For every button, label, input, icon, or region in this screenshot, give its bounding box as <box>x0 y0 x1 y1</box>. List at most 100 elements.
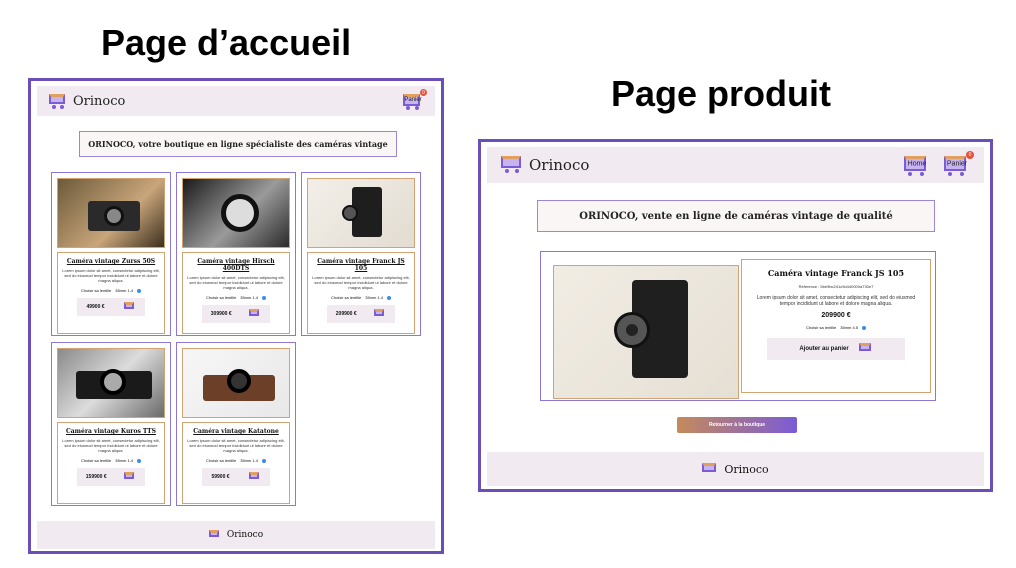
product-brand-label: Orinoco <box>529 156 590 174</box>
product-description: Lorem ipsum dolor sit amet, consectetur … <box>62 438 160 453</box>
cart-count-badge: 0 <box>966 151 974 159</box>
product-card[interactable]: Caméra vintage Katatone Lorem ipsum dolo… <box>176 342 296 506</box>
product-description: Lorem ipsum dolor sit amet, consectetur … <box>62 268 160 283</box>
home-footer: Orinoco <box>37 521 435 549</box>
product-info: Caméra vintage Franck JS 105 Lorem ipsum… <box>307 252 415 334</box>
cart-count-badge: 0 <box>420 89 427 96</box>
cart-logo-icon <box>501 156 523 174</box>
home-nav-label: Home <box>907 160 927 168</box>
product-description: Lorem ipsum dolor sit amet, consectetur … <box>187 275 285 290</box>
product-description: Lorem ipsum dolor sit amet, consectetur … <box>756 295 916 307</box>
home-cart-label: Panier <box>404 97 422 104</box>
product-card[interactable]: Caméra vintage Zurss 50S Lorem ipsum dol… <box>51 172 171 336</box>
product-header: Orinoco Home Panier 0 <box>487 147 984 183</box>
product-info: Caméra vintage Zurss 50S Lorem ipsum dol… <box>57 252 165 334</box>
product-name[interactable]: Caméra vintage Katatone <box>186 428 286 435</box>
product-cart-label: Panier <box>946 160 968 168</box>
product-name[interactable]: Caméra vintage Kuros TTS <box>61 428 161 435</box>
lens-dropdown-icon <box>262 295 267 300</box>
products-grid: Caméra vintage Zurss 50S Lorem ipsum dol… <box>51 172 421 512</box>
product-page-frame: Orinoco Home Panier 0 ORINOCO, vente en … <box>478 139 993 492</box>
back-to-shop-button[interactable]: Retourner à la boutique <box>677 417 797 433</box>
lens-value: 35mm 4.5 <box>840 325 859 330</box>
lens-label: Choisir sa lentille <box>205 458 237 463</box>
product-price: 309900 € <box>210 311 232 317</box>
product-card[interactable]: Caméra vintage Hirsch 400DTS Lorem ipsum… <box>176 172 296 336</box>
product-description: Lorem ipsum dolor sit amet, consectetur … <box>187 438 285 453</box>
lens-dropdown-icon <box>137 458 142 463</box>
add-to-cart-button[interactable]: 49900 € <box>77 298 145 316</box>
lens-selector[interactable]: Choisir sa lentille 35mm 1.4 <box>311 295 411 300</box>
add-to-cart-button[interactable]: Ajouter au panier <box>767 338 905 360</box>
lens-value: 35mm 1.4 <box>115 288 134 293</box>
product-photo[interactable] <box>57 178 165 248</box>
lens-dropdown-icon <box>387 295 392 300</box>
lens-dropdown-icon <box>862 325 867 330</box>
product-cart-button[interactable]: Panier 0 <box>944 151 974 176</box>
home-tagline: ORINOCO, votre boutique en ligne spécial… <box>79 131 397 157</box>
lens-label: Choisir sa lentille <box>205 295 237 300</box>
product-info: Caméra vintage Franck JS 105 Référence :… <box>741 259 931 393</box>
home-page-title: Page d’accueil <box>101 22 352 63</box>
product-info: Caméra vintage Kuros TTS Lorem ipsum dol… <box>57 422 165 504</box>
product-price: 49900 € <box>86 304 105 310</box>
cart-logo-icon <box>702 462 718 476</box>
lens-selector[interactable]: Choisir sa lentille 35mm 4.5 <box>752 325 920 330</box>
lens-dropdown-icon <box>137 288 142 293</box>
product-info: Caméra vintage Katatone Lorem ipsum dolo… <box>182 422 290 504</box>
add-to-cart-label: Ajouter au panier <box>799 346 849 352</box>
product-price: 159900 € <box>85 474 107 480</box>
product-name[interactable]: Caméra vintage Hirsch 400DTS <box>186 258 286 272</box>
product-photo[interactable] <box>307 178 415 248</box>
product-card[interactable]: Caméra vintage Kuros TTS Lorem ipsum dol… <box>51 342 171 506</box>
product-info: Caméra vintage Hirsch 400DTS Lorem ipsum… <box>182 252 290 334</box>
footer-brand: Orinoco <box>226 530 264 540</box>
cart-icon <box>124 472 136 482</box>
home-header: Orinoco Panier 0 <box>37 86 435 116</box>
cart-logo-icon <box>49 94 67 109</box>
product-footer: Orinoco <box>487 452 984 486</box>
lens-selector[interactable]: Choisir sa lentille 35mm 1.4 <box>61 458 161 463</box>
lens-selector[interactable]: Choisir sa lentille 35mm 1.4 <box>186 295 286 300</box>
product-card[interactable]: Caméra vintage Franck JS 105 Lorem ipsum… <box>301 172 421 336</box>
lens-label: Choisir sa lentille <box>80 288 112 293</box>
product-name: Caméra vintage Franck JS 105 <box>767 268 905 278</box>
add-to-cart-button[interactable]: 209900 € <box>327 305 395 323</box>
home-cart-button[interactable]: Panier 0 <box>403 89 427 110</box>
product-photo[interactable] <box>182 348 290 418</box>
add-to-cart-button[interactable]: 309900 € <box>202 305 270 323</box>
lens-dropdown-icon <box>262 458 267 463</box>
product-price: 209900 € <box>821 312 851 319</box>
lens-selector[interactable]: Choisir sa lentille 35mm 1.4 <box>61 288 161 293</box>
cart-icon <box>249 309 261 319</box>
lens-value: 35mm 1.4 <box>365 295 384 300</box>
product-detail: Caméra vintage Franck JS 105 Référence :… <box>540 251 936 401</box>
product-photo[interactable] <box>57 348 165 418</box>
cart-icon <box>858 343 873 355</box>
lens-selector[interactable]: Choisir sa lentille 35mm 1.4 <box>186 458 286 463</box>
lens-label: Choisir sa lentille <box>330 295 362 300</box>
home-nav-button[interactable]: Home <box>904 154 930 176</box>
lens-label: Choisir sa lentille <box>805 325 837 330</box>
add-to-cart-button[interactable]: 59900 € <box>202 468 270 486</box>
product-brand[interactable]: Orinoco <box>501 156 589 174</box>
cart-icon <box>248 472 261 482</box>
add-to-cart-button[interactable]: 159900 € <box>77 468 145 486</box>
lens-value: 35mm 1.4 <box>240 458 259 463</box>
home-brand[interactable]: Orinoco <box>49 94 125 109</box>
product-price: 59900 € <box>211 474 230 480</box>
product-name[interactable]: Caméra vintage Franck JS 105 <box>311 258 411 272</box>
product-nav: Home Panier 0 <box>904 151 974 176</box>
product-photo <box>553 265 739 399</box>
product-name[interactable]: Caméra vintage Zurss 50S <box>61 258 161 265</box>
home-page-frame: Orinoco Panier 0 ORINOCO, votre boutique… <box>28 78 444 554</box>
cart-icon <box>374 309 386 319</box>
lens-value: 35mm 1.4 <box>115 458 134 463</box>
cart-icon <box>123 302 136 312</box>
product-photo[interactable] <box>182 178 290 248</box>
footer-brand: Orinoco <box>724 462 769 476</box>
product-reference: Référence : 5be9bc241c9d440000a730e7 <box>798 284 874 289</box>
product-description: Lorem ipsum dolor sit amet, consectetur … <box>312 275 410 290</box>
product-tagline: ORINOCO, vente en ligne de caméras vinta… <box>537 200 935 232</box>
lens-label: Choisir sa lentille <box>80 458 112 463</box>
